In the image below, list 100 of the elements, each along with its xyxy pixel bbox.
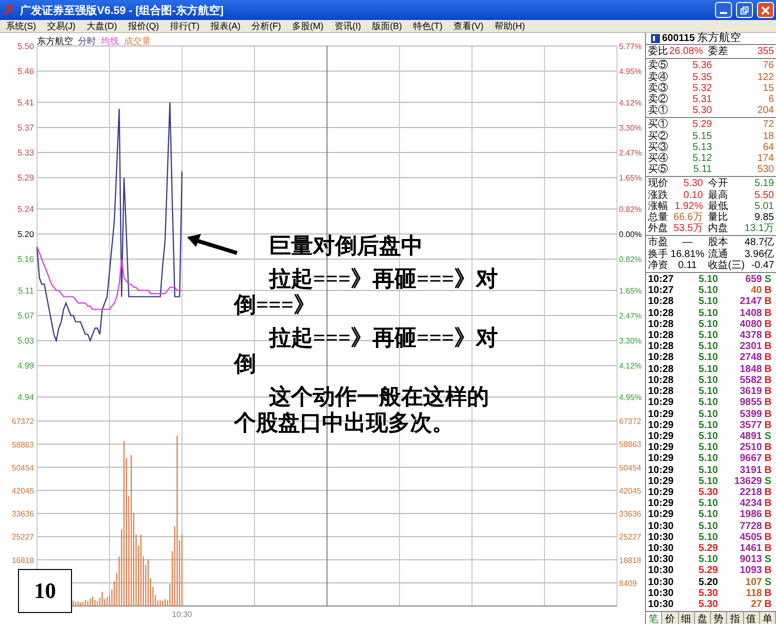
panel-tab[interactable]: 势	[711, 612, 728, 624]
quote-value: 5.10	[698, 285, 718, 296]
quote-value: B	[763, 420, 773, 431]
panel-tab[interactable]: 价	[662, 612, 678, 624]
quote-value: 5.29	[698, 565, 718, 577]
restore-button[interactable]	[736, 2, 753, 18]
quote-value: 5.50	[754, 190, 774, 201]
quote-label: 买①	[648, 119, 669, 130]
trade-time: 10:30	[648, 588, 675, 599]
quote-value: 64	[762, 142, 774, 154]
quote-value: 1986	[738, 509, 762, 521]
axis-label: 3.30%	[619, 123, 642, 132]
quote-value: B	[763, 330, 773, 342]
menu-item[interactable]: 排行(T)	[166, 20, 206, 32]
quote-value: B	[763, 486, 773, 498]
quote-value: 5.31	[692, 94, 712, 106]
axis-label: 5.77%	[619, 42, 642, 51]
quote-value: 5.10	[698, 330, 718, 342]
quote-value: 5.29	[692, 119, 712, 131]
quote-value: 107	[744, 576, 762, 588]
axis-label: 4.12%	[619, 98, 642, 108]
trade-time: 10:28	[648, 374, 675, 386]
slide-number: 10	[18, 569, 72, 613]
quote-label: 最高	[707, 190, 728, 201]
panel-tab[interactable]: 盘	[694, 612, 711, 624]
quote-value: B	[763, 464, 773, 476]
quote-value: 5.10	[698, 397, 718, 408]
menu-item[interactable]: 报表(A)	[206, 20, 248, 32]
quote-value: 5582	[738, 374, 762, 386]
axis-label: 4.99	[17, 360, 34, 371]
quote-value: 174	[756, 153, 774, 164]
close-button[interactable]	[757, 2, 774, 18]
panel-tab[interactable]: 值	[744, 612, 760, 624]
quote-value: 9013	[738, 554, 762, 566]
quote-label: 买⑤	[648, 164, 669, 176]
quote-label: 买④	[648, 153, 669, 164]
quote-value: —	[682, 237, 694, 249]
quote-value: 1.92%	[674, 200, 704, 212]
axis-label: 4.95%	[619, 67, 642, 76]
quote-value: B	[763, 565, 773, 577]
quote-value: 5.10	[698, 308, 718, 319]
annotation-text: 拉起===》再砸===》对倒	[234, 325, 500, 377]
trade-time: 10:30	[648, 532, 675, 543]
axis-label: 0.00%	[619, 230, 642, 240]
quote-value: 2147	[738, 296, 762, 308]
panel-tab[interactable]: 指	[727, 612, 744, 624]
quote-value: 355	[756, 46, 774, 58]
trade-time: 10:29	[648, 453, 675, 465]
quote-label: 总量	[648, 212, 669, 224]
quote-value: 5.30	[692, 105, 712, 116]
stock-code: 600115	[662, 33, 695, 44]
quote-label: 今开	[707, 178, 728, 190]
quote-value: 2510	[738, 442, 762, 454]
axis-label: 5.11	[18, 285, 34, 296]
panel-tab[interactable]: 笔	[646, 612, 662, 624]
quote-value: B	[763, 318, 773, 330]
quote-value: 5.36	[692, 60, 712, 72]
axis-label: 67372	[619, 417, 642, 426]
quote-value: 26.08%	[669, 46, 704, 58]
quote-value: B	[763, 308, 773, 319]
menu-item[interactable]: 资讯(I)	[330, 20, 368, 32]
menu-item[interactable]: 查看(V)	[450, 20, 490, 32]
quote-value: 9855	[738, 397, 762, 408]
menu-item[interactable]: 版面(B)	[368, 20, 409, 32]
minimize-button[interactable]	[715, 2, 732, 18]
restore-icon	[740, 6, 749, 14]
quote-value: 4378	[738, 330, 762, 342]
trade-time: 10:29	[648, 442, 675, 454]
axis-label: 5.24	[17, 204, 34, 214]
quote-value: 5.10	[698, 476, 718, 487]
quote-value: B	[763, 598, 773, 610]
quote-label: 股本	[707, 237, 729, 248]
quote-label: 卖②	[648, 94, 669, 106]
quote-value: B	[763, 498, 773, 510]
menu-item[interactable]: 报价(Q)	[124, 20, 166, 32]
legend-label: 均线	[101, 35, 119, 48]
quote-label: 流通	[707, 248, 729, 260]
panel-tab[interactable]: 单	[760, 612, 776, 624]
quote-value: 13629	[733, 476, 762, 487]
menu-item[interactable]: 多股(M)	[288, 20, 330, 32]
quote-value: 5.11	[692, 164, 712, 176]
menu-item[interactable]: 交易(J)	[43, 20, 82, 32]
menu-item[interactable]: 大盘(D)	[82, 20, 124, 32]
quote-value: 5.10	[698, 352, 718, 364]
panel-tab[interactable]: 细	[678, 612, 695, 624]
axis-label: 42045	[619, 486, 642, 496]
quote-value: 5399	[738, 408, 762, 420]
quote-value: 5.10	[698, 498, 718, 510]
quote-value: 5.10	[698, 296, 718, 308]
menu-item[interactable]: 系统(S)	[2, 20, 43, 32]
menu-item[interactable]: 特色(T)	[409, 20, 450, 32]
quote-value: B	[763, 397, 773, 408]
trade-time: 10:30	[648, 542, 675, 554]
quote-value: B	[763, 588, 773, 599]
quote-value: 3619	[738, 386, 762, 398]
menu-item[interactable]: 分析(F)	[248, 20, 288, 32]
menu-item[interactable]: 帮助(H)	[490, 20, 532, 32]
axis-label: 42045	[12, 486, 34, 496]
time-label: 10:30	[172, 610, 192, 619]
quote-label: 最低	[707, 200, 728, 212]
